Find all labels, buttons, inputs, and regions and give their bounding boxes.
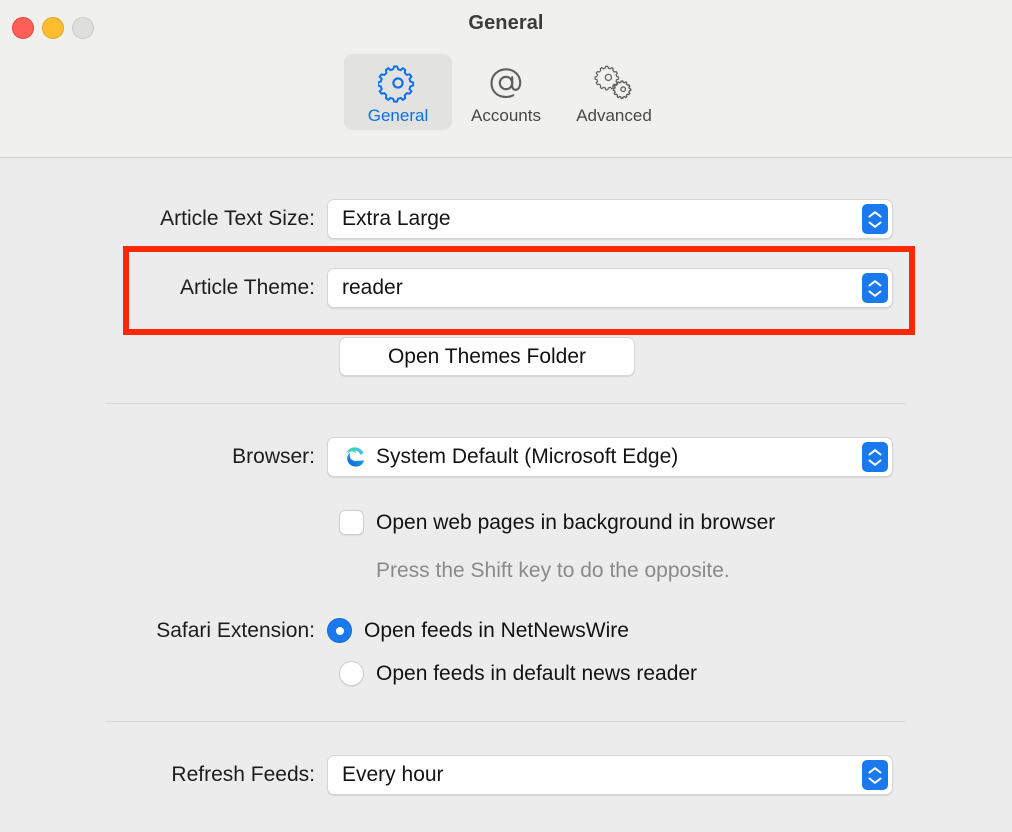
tab-accounts-label: Accounts — [471, 106, 541, 125]
open-background-label: Open web pages in background in browser — [376, 510, 776, 534]
article-theme-value: reader — [342, 276, 403, 299]
article-text-size-popup[interactable]: Extra Large — [327, 199, 893, 239]
browser-value: System Default (Microsoft Edge) — [376, 445, 679, 468]
browser-label: Browser: — [232, 445, 315, 468]
safari-extension-row: Safari Extension: Open feeds in NetNewsW… — [110, 618, 629, 643]
article-text-size-label: Article Text Size: — [160, 207, 315, 230]
microsoft-edge-icon — [342, 444, 368, 470]
refresh-feeds-row: Refresh Feeds: Every hour — [110, 755, 893, 795]
section-divider — [105, 721, 905, 722]
chevron-updown-icon — [862, 273, 888, 303]
radio-open-in-default-reader[interactable] — [339, 661, 364, 686]
browser-value-wrap: System Default (Microsoft Edge) — [328, 444, 678, 470]
article-text-size-row: Article Text Size: Extra Large — [110, 199, 893, 239]
tab-general[interactable]: General — [344, 54, 452, 130]
open-background-row[interactable]: Open web pages in background in browser — [339, 510, 775, 535]
article-theme-popup[interactable]: reader — [327, 268, 893, 308]
gear-icon — [378, 62, 418, 104]
preferences-content: Article Text Size: Extra Large Article T… — [0, 159, 1012, 832]
open-background-checkbox[interactable] — [339, 510, 364, 535]
chevron-updown-icon — [862, 760, 888, 790]
safari-extension-label: Safari Extension: — [156, 618, 315, 642]
window-title: General — [468, 12, 544, 34]
section-divider — [105, 403, 905, 404]
article-text-size-value: Extra Large — [342, 207, 451, 230]
open-themes-folder-button[interactable]: Open Themes Folder — [339, 337, 635, 376]
radio-open-in-default-reader-label: Open feeds in default news reader — [376, 661, 698, 685]
radio-open-in-netnewswire[interactable] — [327, 618, 352, 643]
refresh-feeds-popup[interactable]: Every hour — [327, 755, 893, 795]
refresh-feeds-value: Every hour — [342, 763, 444, 786]
article-theme-row: Article Theme: reader — [110, 268, 893, 308]
preferences-window: General General Accounts Advanced Articl… — [0, 0, 1012, 832]
tab-advanced[interactable]: Advanced — [560, 54, 668, 130]
refresh-feeds-label: Refresh Feeds: — [171, 763, 315, 786]
window-toolbar: General General Accounts Advanced — [0, 0, 1012, 158]
safari-extension-option-2[interactable]: Open feeds in default news reader — [339, 661, 697, 686]
browser-popup[interactable]: System Default (Microsoft Edge) — [327, 437, 893, 477]
article-theme-label: Article Theme: — [180, 276, 315, 299]
tab-advanced-label: Advanced — [576, 106, 652, 125]
shift-key-hint: Press the Shift key to do the opposite. — [376, 559, 730, 582]
radio-open-in-netnewswire-label: Open feeds in NetNewsWire — [364, 618, 629, 642]
safari-extension-option-1[interactable]: Open feeds in NetNewsWire — [327, 618, 629, 643]
chevron-updown-icon — [862, 204, 888, 234]
chevron-updown-icon — [862, 442, 888, 472]
tab-general-label: General — [367, 106, 429, 125]
preferences-tab-bar: General Accounts Advanced — [0, 54, 1012, 130]
at-sign-icon — [486, 62, 526, 104]
two-gears-icon — [592, 62, 636, 104]
tab-accounts[interactable]: Accounts — [452, 54, 560, 130]
browser-row: Browser: System Default (Microsoft Edge) — [110, 437, 893, 477]
